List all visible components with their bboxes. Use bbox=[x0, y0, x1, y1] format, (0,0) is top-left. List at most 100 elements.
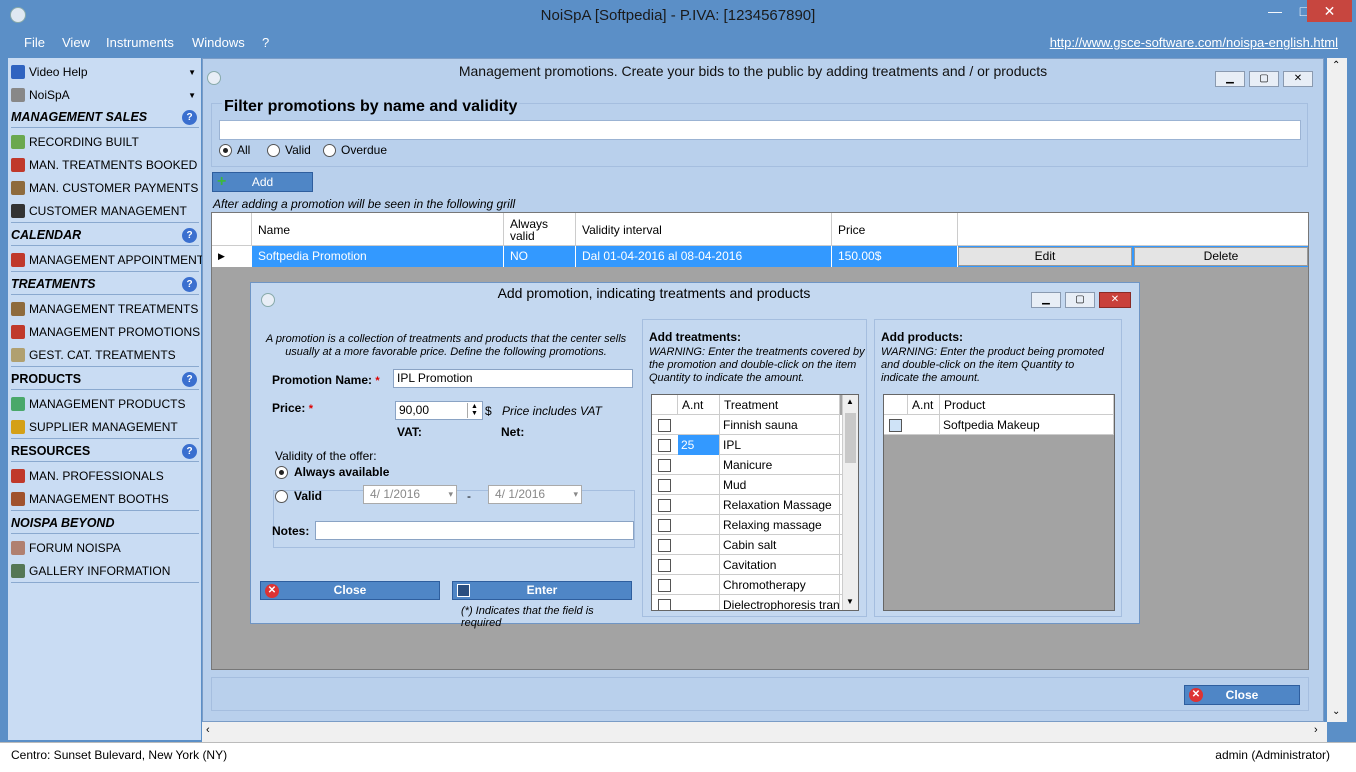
add-promotion-button[interactable]: + Add bbox=[212, 172, 313, 192]
cell-price[interactable]: 150.00$ bbox=[832, 246, 958, 267]
sidebar-item-forum-noispa[interactable]: FORUM NOISPA bbox=[11, 538, 121, 558]
sidebar-item-management-products[interactable]: MANAGEMENT PRODUCTS bbox=[11, 394, 185, 414]
menu-file[interactable]: File bbox=[24, 35, 45, 50]
help-icon[interactable]: ? bbox=[182, 228, 197, 243]
list-item[interactable]: Softpedia Makeup bbox=[884, 415, 1114, 435]
close-window-button[interactable]: ✕ bbox=[1307, 0, 1352, 22]
treatment-checkbox[interactable] bbox=[658, 419, 671, 432]
dialog-minimize-button[interactable]: ▁ bbox=[1031, 292, 1061, 308]
sidebar-item-customer-management[interactable]: CUSTOMER MANAGEMENT bbox=[11, 201, 187, 221]
treatment-qty[interactable] bbox=[678, 595, 720, 610]
treatment-qty[interactable] bbox=[678, 555, 720, 575]
treatment-qty[interactable] bbox=[678, 415, 720, 435]
sidebar-item-gallery-information[interactable]: GALLERY INFORMATION bbox=[11, 561, 170, 581]
help-icon[interactable]: ? bbox=[182, 110, 197, 125]
main-close-button[interactable]: ✕ bbox=[1283, 71, 1313, 87]
prod-col-name[interactable]: Product bbox=[940, 395, 1114, 415]
treatment-checkbox[interactable] bbox=[658, 499, 671, 512]
dropdown-caret-icon[interactable]: ▼ bbox=[188, 68, 196, 77]
treatment-name[interactable]: Relaxation Massage bbox=[720, 495, 840, 515]
always-radio-indicator[interactable] bbox=[275, 465, 288, 479]
treatment-name[interactable]: Cavitation bbox=[720, 555, 840, 575]
scroll-down-icon[interactable]: ⌄ bbox=[1332, 706, 1340, 717]
close-button[interactable]: ✕ Close bbox=[1184, 685, 1300, 705]
list-item[interactable]: Cabin salt bbox=[652, 535, 842, 555]
treat-scroll-up-icon[interactable]: ▲ bbox=[846, 397, 854, 406]
list-item[interactable]: Finnish sauna bbox=[652, 415, 842, 435]
radio-all-indicator[interactable] bbox=[219, 143, 232, 157]
radio-valid[interactable]: Valid bbox=[267, 143, 311, 157]
treat-col-name[interactable]: Treatment bbox=[720, 395, 840, 415]
sidebar-item-supplier-management[interactable]: SUPPLIER MANAGEMENT bbox=[11, 417, 178, 437]
edit-button[interactable]: Edit bbox=[958, 247, 1132, 266]
cell-always-valid[interactable]: NO bbox=[504, 246, 576, 267]
promotion-name-input[interactable]: IPL Promotion bbox=[393, 369, 633, 388]
treatment-name[interactable]: Manicure bbox=[720, 455, 840, 475]
list-item[interactable]: 25 IPL bbox=[652, 435, 842, 455]
calendar-dropdown-icon[interactable]: ▾ bbox=[448, 486, 453, 503]
radio-overdue-indicator[interactable] bbox=[323, 143, 336, 157]
treatment-qty[interactable] bbox=[678, 535, 720, 555]
treatment-name[interactable]: Mud bbox=[720, 475, 840, 495]
radio-valid-indicator[interactable] bbox=[267, 143, 280, 157]
prod-col-qty[interactable]: A.nt bbox=[908, 395, 940, 415]
treatment-qty[interactable] bbox=[678, 455, 720, 475]
sidebar-item-management-treatments[interactable]: MANAGEMENT TREATMENTS bbox=[11, 299, 198, 319]
always-available-radio[interactable]: Always available bbox=[275, 465, 389, 479]
horizontal-scrollbar[interactable]: ‹ › bbox=[202, 722, 1327, 742]
filter-input[interactable] bbox=[219, 120, 1301, 140]
treatment-name[interactable]: Chromotherapy bbox=[720, 575, 840, 595]
products-list[interactable]: A.nt Product Softpedia Makeup bbox=[883, 394, 1115, 611]
treatment-checkbox[interactable] bbox=[658, 579, 671, 592]
dialog-maximize-button[interactable]: ▢ bbox=[1065, 292, 1095, 308]
menu-help[interactable]: ? bbox=[262, 35, 269, 50]
treatment-name[interactable]: Finnish sauna bbox=[720, 415, 840, 435]
table-row[interactable]: ▶ Softpedia Promotion NO Dal 01-04-2016 … bbox=[212, 246, 1308, 267]
valid-radio[interactable]: Valid bbox=[275, 489, 322, 503]
sidebar-item-management-promotions[interactable]: MANAGEMENT PROMOTIONS bbox=[11, 322, 200, 342]
notes-input[interactable] bbox=[315, 521, 634, 540]
treatment-checkbox[interactable] bbox=[658, 439, 671, 452]
sidebar-item-gest-cat-treatments[interactable]: GEST. CAT. TREATMENTS bbox=[11, 345, 176, 365]
menu-windows[interactable]: Windows bbox=[192, 35, 245, 50]
product-name[interactable]: Softpedia Makeup bbox=[940, 415, 1114, 435]
main-minimize-button[interactable]: ▁ bbox=[1215, 71, 1245, 87]
scroll-left-icon[interactable]: ‹ bbox=[206, 724, 210, 736]
treatment-name[interactable]: IPL bbox=[720, 435, 840, 455]
scroll-up-icon[interactable]: ⌃ bbox=[1332, 60, 1340, 71]
treatment-checkbox[interactable] bbox=[658, 459, 671, 472]
sidebar-item-man-treatments-booked[interactable]: MAN. TREATMENTS BOOKED bbox=[11, 155, 197, 175]
price-input[interactable]: 90,00 ▲ ▼ bbox=[395, 401, 483, 420]
col-name[interactable]: Name bbox=[252, 213, 504, 246]
list-item[interactable]: Manicure bbox=[652, 455, 842, 475]
sidebar-item-video-help[interactable]: Video Help bbox=[11, 62, 88, 82]
treatment-checkbox[interactable] bbox=[658, 599, 671, 610]
sidebar-item-management-appointments[interactable]: MANAGEMENT APPOINTMENTS bbox=[11, 250, 212, 270]
dialog-close-button[interactable]: ✕ bbox=[1099, 292, 1131, 308]
cell-name[interactable]: Softpedia Promotion bbox=[252, 246, 504, 267]
treatment-checkbox[interactable] bbox=[658, 519, 671, 532]
treatments-list[interactable]: A.nt Treatment ▲ ▼ Finnish sauna 25 IPL Mani… bbox=[651, 394, 859, 611]
treatment-qty[interactable]: 25 bbox=[678, 435, 720, 455]
website-link[interactable]: http://www.gsce-software.com/noispa-engl… bbox=[1050, 35, 1338, 50]
menu-view[interactable]: View bbox=[62, 35, 90, 50]
treatment-checkbox[interactable] bbox=[658, 479, 671, 492]
treat-scrollbar[interactable]: ▲ ▼ bbox=[842, 395, 858, 610]
radio-all[interactable]: All bbox=[219, 143, 250, 157]
product-checkbox[interactable] bbox=[889, 419, 902, 432]
delete-button[interactable]: Delete bbox=[1134, 247, 1308, 266]
enter-button[interactable]: Enter bbox=[452, 581, 632, 600]
scroll-right-icon[interactable]: › bbox=[1314, 724, 1318, 736]
col-always-valid[interactable]: Always valid bbox=[504, 213, 576, 246]
price-spinner[interactable]: ▲ ▼ bbox=[467, 403, 481, 418]
treatment-checkbox[interactable] bbox=[658, 539, 671, 552]
treat-col-qty[interactable]: A.nt bbox=[678, 395, 720, 415]
treatment-qty[interactable] bbox=[678, 495, 720, 515]
sidebar-item-management-booths[interactable]: MANAGEMENT BOOTHS bbox=[11, 489, 169, 509]
list-item[interactable]: Chromotherapy bbox=[652, 575, 842, 595]
list-item[interactable]: Relaxing massage bbox=[652, 515, 842, 535]
treat-scroll-thumb[interactable] bbox=[845, 413, 856, 463]
treatment-name[interactable]: Cabin salt bbox=[720, 535, 840, 555]
sidebar-item-man-professionals[interactable]: MAN. PROFESSIONALS bbox=[11, 466, 164, 486]
treatment-qty[interactable] bbox=[678, 515, 720, 535]
